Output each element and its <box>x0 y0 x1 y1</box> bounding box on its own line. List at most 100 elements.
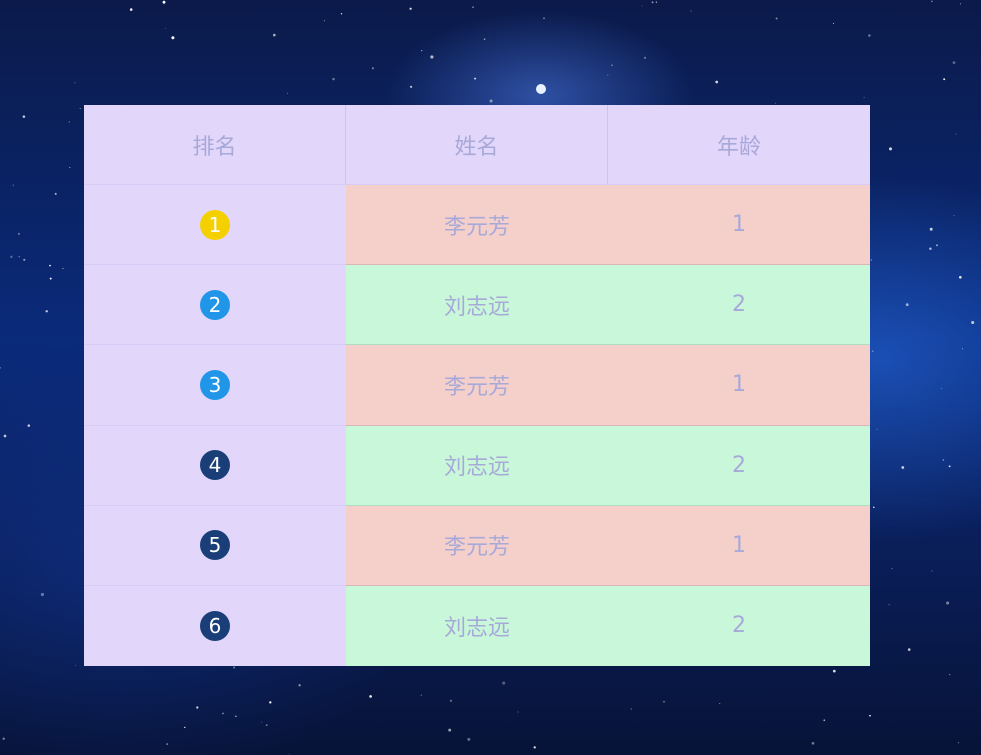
rank-badge: 5 <box>200 530 230 561</box>
rank-cell: 4 <box>84 425 346 506</box>
header-age: 年龄 <box>608 105 870 186</box>
star <box>323 20 325 22</box>
star <box>948 465 951 468</box>
star <box>421 50 423 52</box>
rank-badge: 1 <box>200 209 230 240</box>
star <box>23 258 26 261</box>
star <box>129 8 133 11</box>
star <box>369 695 372 698</box>
star <box>715 80 719 84</box>
star <box>931 0 933 3</box>
star <box>10 255 13 259</box>
star <box>871 350 874 353</box>
star <box>949 673 951 676</box>
star <box>811 741 815 745</box>
star <box>69 166 71 169</box>
star <box>467 737 471 741</box>
star <box>957 741 960 744</box>
rank-cell: 2 <box>84 265 346 346</box>
star <box>483 38 486 41</box>
star <box>655 1 658 3</box>
star <box>79 108 81 110</box>
star <box>952 61 956 64</box>
star <box>942 459 945 461</box>
rank-cell: 1 <box>84 185 346 266</box>
star <box>288 753 290 755</box>
star <box>607 74 609 76</box>
age-cell: 1 <box>608 345 870 426</box>
star <box>371 67 374 70</box>
star <box>162 0 166 4</box>
star <box>68 121 70 123</box>
age-cell: 2 <box>608 585 870 666</box>
star <box>533 746 536 749</box>
star <box>502 681 506 685</box>
star <box>719 702 721 704</box>
star <box>448 728 452 732</box>
star <box>641 5 643 7</box>
star <box>872 506 875 509</box>
star <box>929 227 933 231</box>
star <box>40 592 44 597</box>
name-cell: 李元芳 <box>346 345 608 426</box>
star <box>946 601 950 605</box>
star <box>663 701 665 703</box>
star <box>931 570 933 572</box>
rank-cell: 6 <box>84 585 346 666</box>
star <box>955 133 957 135</box>
star <box>962 348 963 350</box>
star <box>222 712 224 715</box>
star <box>690 10 692 12</box>
star <box>75 664 77 666</box>
name-cell: 李元芳 <box>346 505 608 586</box>
star <box>235 715 237 717</box>
star <box>644 56 646 59</box>
star <box>49 264 51 267</box>
star <box>0 366 2 369</box>
star <box>611 64 613 67</box>
star <box>869 714 871 717</box>
rank-cell: 5 <box>84 505 346 586</box>
star <box>298 684 301 687</box>
star <box>18 256 20 258</box>
star <box>630 708 632 710</box>
star <box>905 303 909 307</box>
star <box>45 310 48 313</box>
star <box>651 1 654 4</box>
rank-badge: 4 <box>200 450 230 481</box>
star <box>171 36 175 40</box>
star <box>774 102 777 104</box>
star <box>272 33 276 37</box>
star <box>888 604 890 606</box>
star <box>517 711 519 713</box>
star <box>332 77 335 81</box>
star <box>474 77 477 80</box>
star <box>971 320 975 325</box>
star <box>410 85 413 88</box>
star <box>943 78 946 81</box>
age-cell: 2 <box>608 425 870 506</box>
header-rank: 排名 <box>84 105 346 186</box>
name-cell: 李元芳 <box>346 185 608 266</box>
star <box>936 244 938 247</box>
age-cell: 2 <box>608 265 870 346</box>
star <box>196 706 199 709</box>
star <box>165 27 166 29</box>
star <box>54 192 57 195</box>
star <box>261 721 263 723</box>
star <box>2 737 5 740</box>
header-name: 姓名 <box>346 105 608 186</box>
star <box>22 115 26 118</box>
star <box>62 267 64 270</box>
star <box>907 648 911 651</box>
star <box>27 424 31 427</box>
star <box>929 247 932 251</box>
star <box>953 215 955 217</box>
star <box>870 259 873 261</box>
rank-cell: 3 <box>84 345 346 426</box>
star <box>901 466 905 469</box>
rank-badge: 6 <box>200 610 230 641</box>
name-cell: 刘志远 <box>346 425 608 506</box>
star <box>265 724 268 727</box>
star <box>863 97 865 99</box>
